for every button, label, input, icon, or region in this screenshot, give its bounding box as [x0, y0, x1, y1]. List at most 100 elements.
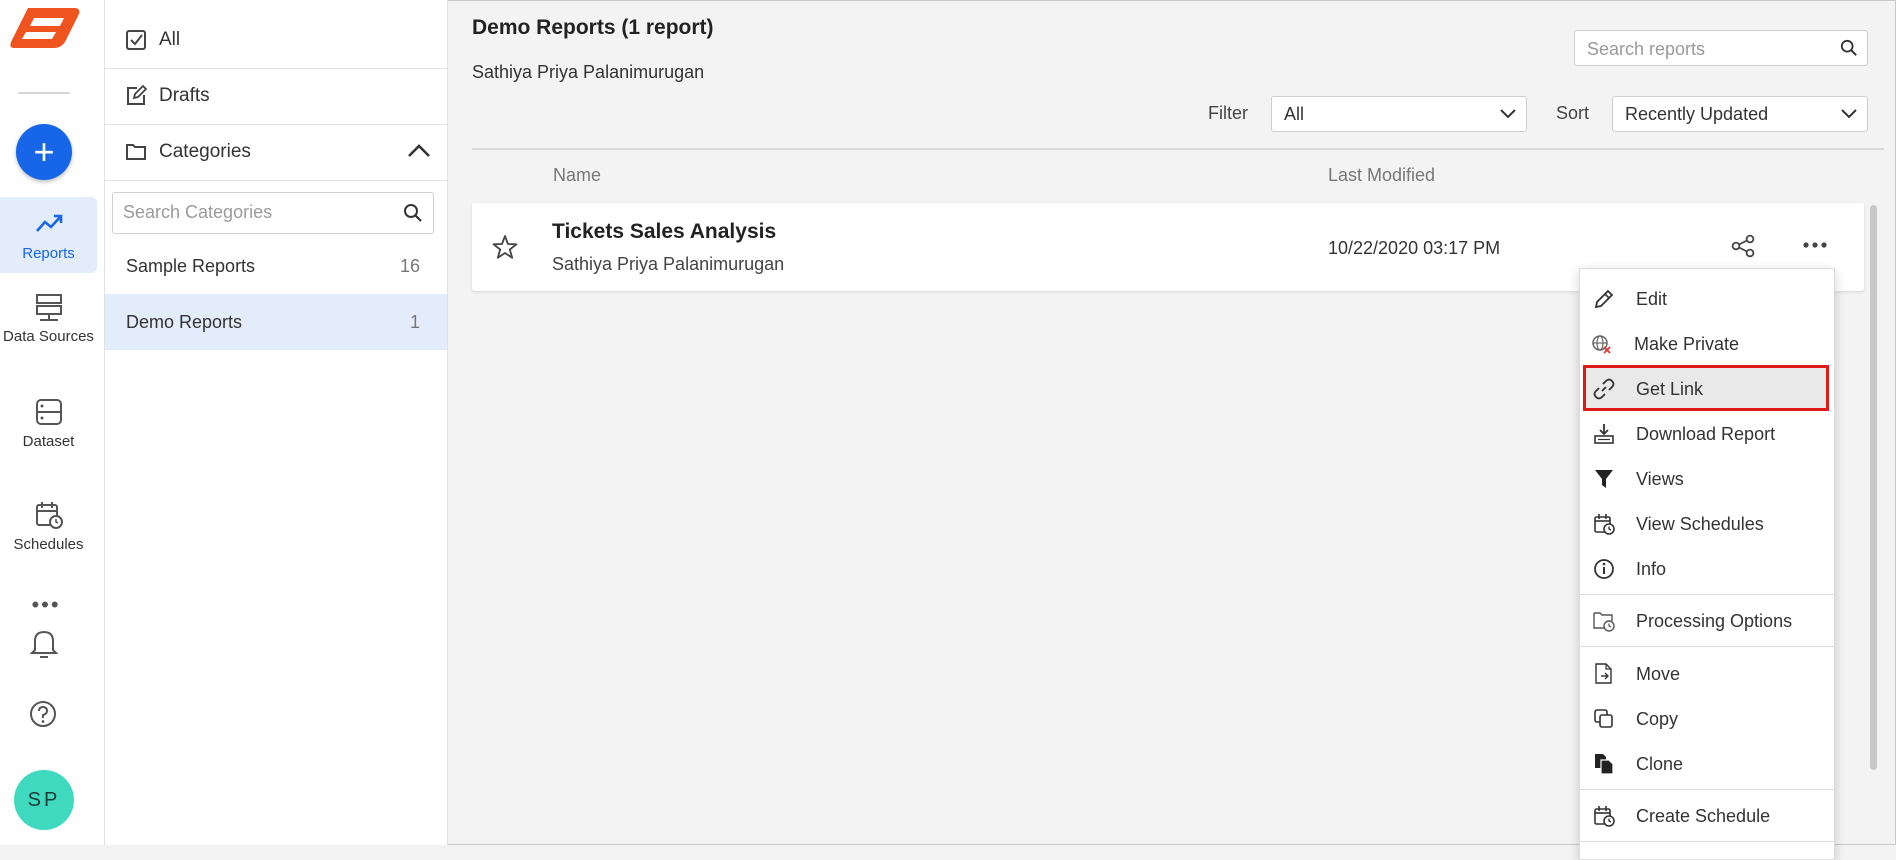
- trend-icon: [35, 214, 62, 232]
- category-item-count: 16: [399, 255, 420, 276]
- rail-label-data-sources: Data Sources: [3, 328, 94, 345]
- menu-item-edit[interactable]: Edit: [1580, 276, 1834, 320]
- menu-item-download-report[interactable]: Download Report: [1580, 411, 1834, 455]
- menu-item-label: Make Private: [1634, 334, 1740, 354]
- chevron-down-icon: [1841, 109, 1857, 119]
- scrollbar[interactable]: [1870, 205, 1877, 770]
- menu-item-label: Move: [1636, 664, 1681, 684]
- menu-item-label: Download Report: [1636, 424, 1776, 444]
- category-panel: All Drafts Categories Sample Reports 16 …: [105, 0, 448, 845]
- menu-item-get-link[interactable]: Get Link: [1583, 365, 1829, 411]
- context-menu: Edit Make Private Get Link Download Repo…: [1579, 268, 1835, 860]
- info-icon: [1594, 559, 1614, 579]
- rail-label-dataset: Dataset: [22, 433, 75, 450]
- rail-label-schedules: Schedules: [13, 536, 84, 553]
- rail-item-reports[interactable]: Reports: [0, 197, 97, 273]
- menu-item-label: Create Schedule: [1636, 806, 1771, 826]
- report-last-modified: 10/22/2020 03:17 PM: [1328, 238, 1501, 258]
- category-all[interactable]: All: [105, 12, 447, 69]
- page-subtitle: Sathiya Priya Palanimurugan: [472, 62, 705, 82]
- menu-item-move[interactable]: Move: [1580, 651, 1834, 695]
- filter-icon: [1595, 470, 1613, 488]
- menu-item-info[interactable]: Info: [1580, 546, 1834, 590]
- menu-item-label: Get Link: [1636, 379, 1704, 399]
- search-icon[interactable]: [403, 203, 423, 223]
- add-button[interactable]: +: [16, 124, 72, 180]
- more-options-icon[interactable]: [1800, 232, 1830, 258]
- menu-item-label: Copy: [1636, 709, 1679, 729]
- download-icon: [1594, 424, 1614, 444]
- checkbox-icon: [126, 30, 146, 50]
- folder-clock-icon: [1593, 612, 1615, 632]
- menu-divider: [1580, 789, 1834, 790]
- category-item-count: 1: [409, 311, 420, 332]
- menu-divider: [1580, 646, 1834, 647]
- star-icon[interactable]: [492, 234, 518, 260]
- menu-item-make-private[interactable]: Make Private: [1580, 321, 1834, 365]
- help-icon[interactable]: [28, 699, 58, 729]
- page-title: Demo Reports (1 report): [472, 16, 714, 39]
- menu-item-clone[interactable]: Clone: [1580, 741, 1834, 785]
- avatar[interactable]: SP: [14, 770, 74, 830]
- calendar-clock-icon: [35, 502, 63, 529]
- menu-item-label: Views: [1636, 469, 1684, 489]
- sort-select[interactable]: Recently Updated: [1612, 96, 1868, 132]
- category-drafts-label: Drafts: [159, 85, 210, 106]
- menu-item-label: Edit: [1636, 289, 1668, 309]
- calendar-clock-icon: [1594, 514, 1615, 535]
- filter-value: All: [1284, 104, 1305, 124]
- menu-item-copy[interactable]: Copy: [1580, 696, 1834, 740]
- report-search-input[interactable]: [1585, 38, 1829, 61]
- menu-item-label: Clone: [1636, 754, 1684, 774]
- category-item-sample-reports[interactable]: Sample Reports 16: [105, 238, 447, 294]
- sort-label: Sort: [1556, 103, 1590, 123]
- server-icon: [35, 294, 62, 321]
- rail-divider: [18, 92, 70, 94]
- app-logo[interactable]: [8, 2, 82, 60]
- clone-icon: [1595, 754, 1614, 775]
- menu-item-view-schedules[interactable]: View Schedules: [1580, 501, 1834, 545]
- calendar-clock-icon: [1594, 806, 1615, 827]
- rail-item-schedules[interactable]: Schedules: [0, 500, 97, 553]
- filter-select[interactable]: All: [1271, 96, 1527, 132]
- category-item-label: Sample Reports: [126, 255, 256, 276]
- category-search: [112, 192, 434, 234]
- menu-item-processing-options[interactable]: Processing Options: [1580, 598, 1834, 642]
- rail-item-data-sources[interactable]: Data Sources: [0, 292, 97, 345]
- menu-item-create-schedule[interactable]: Create Schedule: [1580, 793, 1834, 837]
- edit-box-icon: [127, 85, 147, 105]
- copy-icon: [1594, 709, 1613, 728]
- pencil-icon: [1594, 289, 1614, 309]
- category-search-input[interactable]: [121, 201, 395, 224]
- search-icon[interactable]: [1840, 39, 1858, 57]
- report-name[interactable]: Tickets Sales Analysis: [552, 220, 776, 244]
- move-file-icon: [1595, 663, 1612, 684]
- database-icon: [35, 399, 62, 425]
- categories-header[interactable]: Categories: [105, 124, 447, 181]
- category-item-label: Demo Reports: [126, 311, 243, 332]
- rail-label-reports: Reports: [22, 245, 75, 262]
- bell-icon[interactable]: [29, 626, 59, 660]
- report-author: Sathiya Priya Palanimurugan: [552, 254, 785, 274]
- column-header-name[interactable]: Name: [553, 165, 601, 186]
- rail-item-dataset[interactable]: Dataset: [0, 397, 97, 450]
- categories-header-label: Categories: [159, 141, 251, 162]
- link-icon: [1593, 378, 1615, 400]
- globe-lock-icon: [1592, 335, 1611, 354]
- folder-icon: [126, 144, 146, 160]
- menu-item-views[interactable]: Views: [1580, 456, 1834, 500]
- more-icon[interactable]: •••: [28, 594, 64, 616]
- chevron-up-icon[interactable]: [407, 142, 431, 158]
- menu-divider: [1580, 841, 1834, 842]
- menu-item-label: Processing Options: [1636, 611, 1793, 631]
- menu-divider: [1580, 594, 1834, 595]
- header-divider: [472, 148, 1884, 150]
- category-all-label: All: [159, 29, 181, 50]
- share-icon[interactable]: [1730, 233, 1756, 259]
- filter-label: Filter: [1208, 103, 1248, 123]
- left-rail: + Reports Data Sources Dataset Schedules…: [0, 0, 105, 845]
- category-item-demo-reports[interactable]: Demo Reports 1: [105, 294, 447, 350]
- column-header-last-modified[interactable]: Last Modified: [1328, 165, 1435, 186]
- category-drafts[interactable]: Drafts: [105, 68, 447, 125]
- menu-item-label: View Schedules: [1636, 514, 1764, 534]
